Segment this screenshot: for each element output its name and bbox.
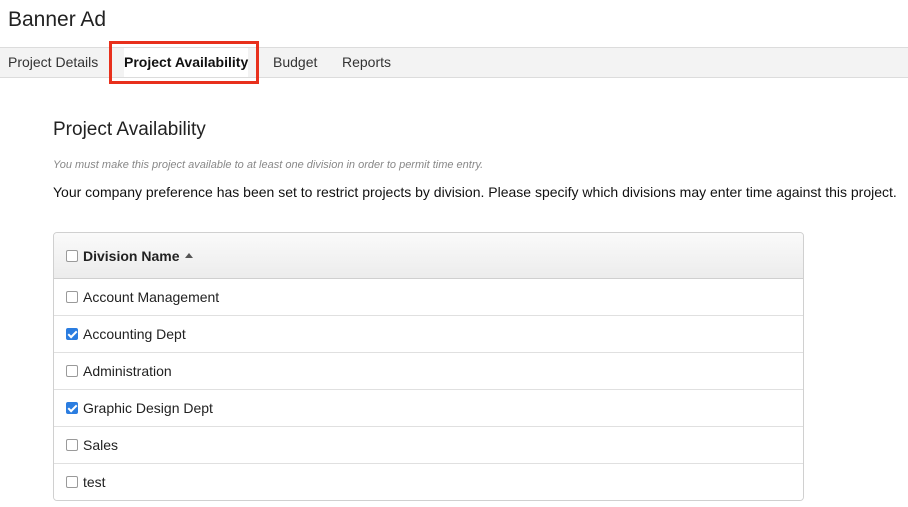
division-name: Graphic Design Dept xyxy=(83,400,213,416)
table-row: Sales xyxy=(54,427,803,464)
division-checkbox[interactable] xyxy=(66,291,78,303)
division-checkbox[interactable] xyxy=(66,439,78,451)
division-checkbox[interactable] xyxy=(66,476,78,488)
division-name: Account Management xyxy=(83,289,220,305)
division-checkbox[interactable] xyxy=(66,365,78,377)
availability-description: Your company preference has been set to … xyxy=(53,184,897,200)
active-tab-highlight xyxy=(109,41,259,84)
tab-budget[interactable]: Budget xyxy=(273,48,317,77)
select-all-checkbox[interactable] xyxy=(66,250,78,262)
table-row: Administration xyxy=(54,353,803,390)
sort-asc-icon[interactable] xyxy=(185,253,193,258)
division-name: test xyxy=(83,474,106,490)
table-row: Graphic Design Dept xyxy=(54,390,803,427)
grid-header: Division Name xyxy=(54,233,803,279)
table-row: Accounting Dept xyxy=(54,316,803,353)
division-checkbox[interactable] xyxy=(66,402,78,414)
division-name: Sales xyxy=(83,437,119,453)
tab-reports[interactable]: Reports xyxy=(342,48,391,77)
division-name: Administration xyxy=(83,363,172,379)
page-title: Banner Ad xyxy=(8,8,107,31)
table-row: test xyxy=(54,464,803,500)
section-title: Project Availability xyxy=(53,119,206,140)
tab-project-details[interactable]: Project Details xyxy=(8,48,98,77)
availability-note: You must make this project available to … xyxy=(53,159,484,171)
table-row: Account Management xyxy=(54,279,803,316)
division-name: Accounting Dept xyxy=(83,326,186,342)
division-grid: Division Name Account Management Account… xyxy=(53,232,804,501)
division-checkbox[interactable] xyxy=(66,328,78,340)
division-name-column-header[interactable]: Division Name xyxy=(83,248,179,264)
